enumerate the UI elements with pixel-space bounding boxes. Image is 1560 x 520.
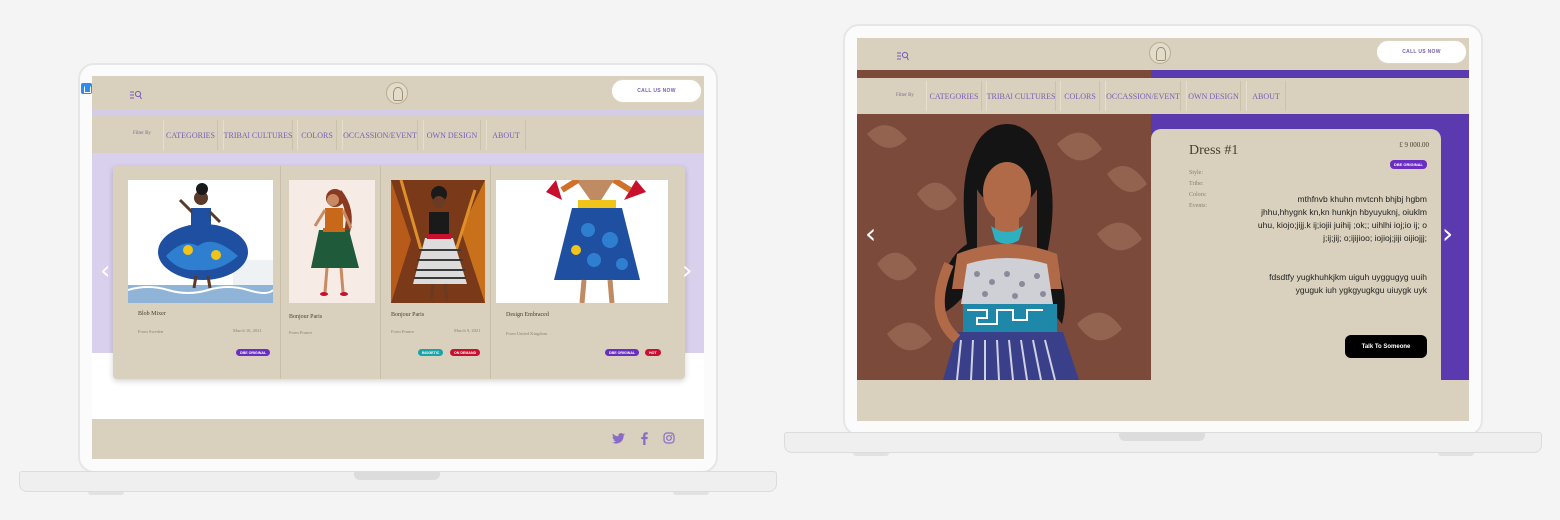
tag-dbe-original: DBE ORIGINAL (236, 349, 271, 356)
tag-dbe-original: DBE ORIGINAL (605, 349, 640, 356)
tag-on-demand: ON DEMAND (450, 349, 481, 356)
product-origin: From United Kingdom (506, 331, 548, 336)
product-image[interactable] (496, 180, 668, 303)
left-laptop-foot (673, 492, 709, 495)
filter-categories[interactable]: CATEGORIES (926, 81, 982, 111)
product-price: £ 9 000.00 (1399, 141, 1429, 149)
left-laptop-foot (88, 492, 124, 495)
product-detail-card: Dress #1 £ 9 000.00 DBE ORIGINAL Style: … (1151, 129, 1441, 380)
talk-to-someone-button[interactable]: Talk To Someone (1345, 335, 1427, 358)
product-image[interactable] (128, 180, 273, 303)
tag-biogetic: BIOGETIC (418, 349, 444, 356)
product-origin: From France (289, 330, 313, 335)
twitter-icon[interactable] (611, 431, 625, 445)
carousel-prev-button[interactable]: ‹ (100, 258, 110, 284)
filter-categories[interactable]: CATEGORIES (163, 120, 218, 150)
filter-colors[interactable]: COLORS (297, 120, 337, 150)
pattern-strip (857, 70, 1151, 78)
top-bar: CALL US NOW (857, 38, 1469, 70)
product-card[interactable]: Blob Mixer From Sweden March 10, 2021 DB… (113, 166, 281, 379)
filter-label: Filter By (896, 93, 914, 98)
product-title[interactable]: Bonjour Paris (391, 312, 424, 318)
filter-own-design[interactable]: OWN DESIGN (1186, 81, 1241, 111)
left-laptop-notch (354, 472, 440, 480)
home-icon[interactable] (81, 83, 92, 94)
search-icon[interactable] (897, 51, 909, 61)
right-laptop-notch (1119, 433, 1205, 441)
product-main-image[interactable] (857, 114, 1151, 380)
brand-logo[interactable] (1149, 42, 1171, 64)
meta-colors-label: Colors: (1189, 192, 1207, 198)
carousel-prev-button[interactable]: ‹ (865, 220, 876, 248)
product-description: mthfnvb khuhn mvtcnh bhjbj hgbm jhhu,hhy… (1257, 194, 1427, 243)
product-title[interactable]: Design Embraced (506, 312, 549, 318)
carousel-next-button[interactable]: › (1442, 220, 1453, 248)
product-card[interactable]: Bonjour Paris From France (281, 166, 381, 379)
product-title: Dress #1 (1189, 143, 1239, 158)
call-us-button[interactable]: CALL US NOW (1376, 40, 1467, 64)
filter-tribal-cultures[interactable]: TRIBAl CULTURES (223, 120, 293, 150)
product-date: March 10, 2021 (233, 328, 262, 333)
bottom-bar (857, 380, 1469, 421)
tag-dbe-original: DBE ORIGINAL (1389, 160, 1427, 169)
product-origin: From France (391, 329, 415, 334)
product-card[interactable]: Bonjour Paris From France March 9, 2021 … (381, 166, 491, 379)
search-icon[interactable] (130, 90, 142, 100)
call-us-button[interactable]: CALL US NOW (611, 79, 702, 103)
filter-about[interactable]: ABOUT (1246, 81, 1286, 111)
left-screen: CALL US NOW Filter By CATEGORIES TRIBAl … (92, 76, 704, 459)
accent-stripe (1151, 70, 1469, 78)
filter-about[interactable]: ABOUT (486, 120, 526, 150)
facebook-icon[interactable] (637, 431, 651, 445)
filter-tribal-cultures[interactable]: TRIBAl CULTURES (986, 81, 1056, 111)
right-laptop-foot (1438, 453, 1474, 456)
product-card[interactable]: Design Embraced From United Kingdom DBE … (491, 166, 685, 379)
right-screen: CALL US NOW Filter By CATEGORIES TRIBAl … (857, 38, 1469, 421)
meta-tribe-label: Tribe: (1189, 181, 1204, 187)
product-carousel: Blob Mixer From Sweden March 10, 2021 DB… (113, 166, 685, 379)
filter-bar: Filter By CATEGORIES TRIBAl CULTURES COL… (857, 78, 1469, 114)
footer (92, 419, 704, 459)
tag-hot: HOT (645, 349, 661, 356)
right-laptop-foot (853, 453, 889, 456)
carousel-next-button[interactable]: › (682, 258, 692, 284)
filter-occasion-event[interactable]: OCCASSION/EVENT (1105, 81, 1181, 111)
product-image[interactable] (289, 180, 375, 303)
product-origin: From Sweden (138, 329, 164, 334)
product-detail-hero: Dress #1 £ 9 000.00 DBE ORIGINAL Style: … (857, 114, 1469, 380)
meta-events-label: Events: (1189, 203, 1207, 209)
instagram-icon[interactable] (662, 431, 676, 445)
product-date: March 9, 2021 (454, 328, 481, 333)
top-bar: CALL US NOW (92, 76, 704, 110)
filter-occasion-event[interactable]: OCCASSION/EVENT (342, 120, 418, 150)
filter-label: Filter By (133, 131, 151, 136)
product-description-extra: fdsdtfy yugkhuhkjkm uiguh uyggugyg uuih … (1269, 272, 1427, 295)
filter-colors[interactable]: COLORS (1060, 81, 1100, 111)
filter-bar: Filter By CATEGORIES TRIBAl CULTURES COL… (92, 116, 704, 153)
product-title[interactable]: Bonjour Paris (289, 314, 322, 320)
brand-logo[interactable] (386, 82, 408, 104)
meta-style-label: Style: (1189, 170, 1204, 176)
product-title[interactable]: Blob Mixer (138, 311, 166, 317)
product-image[interactable] (391, 180, 485, 303)
filter-own-design[interactable]: OWN DESIGN (423, 120, 481, 150)
